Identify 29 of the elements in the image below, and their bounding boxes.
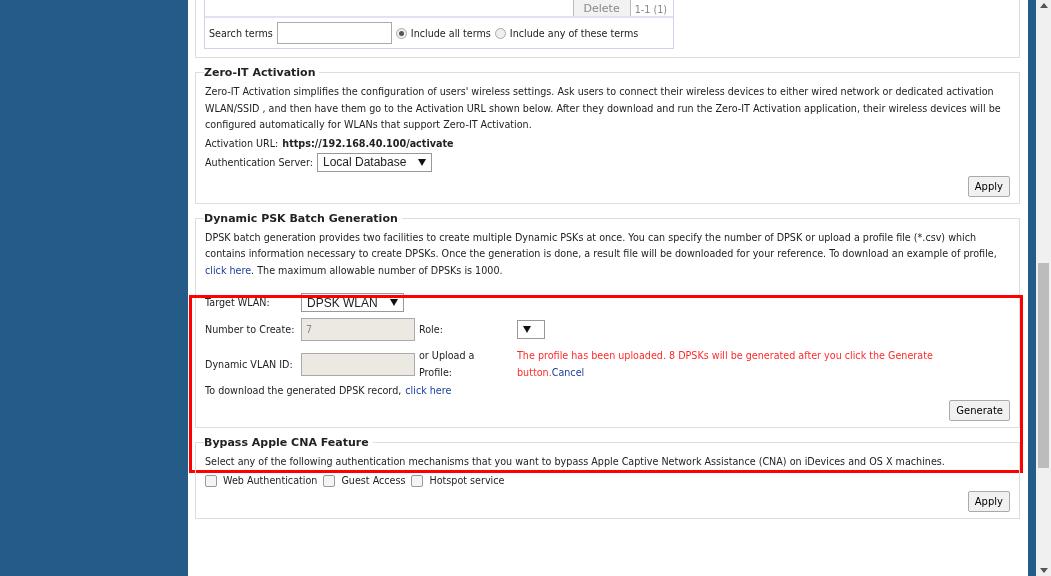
url-label: Activation URL: — [205, 137, 279, 149]
number-label: Number to Create: — [205, 324, 296, 335]
auth-server-select[interactable]: Local Database — [317, 152, 433, 172]
section-title: Dynamic PSK Batch Generation — [204, 211, 399, 225]
upload-message: The profile has been uploaded. 8 DPSKs will be generated after you click the Generate button.Cancel — [516, 349, 934, 380]
upload-label: or Upload a Profile: — [419, 349, 476, 380]
radio-label: Include any of these terms — [509, 27, 639, 39]
section-title: Bypass Apple CNA Feature — [204, 436, 370, 449]
checkbox-label: Web Authentication — [223, 475, 318, 486]
apply-button[interactable]: Apply — [967, 175, 1010, 197]
download-link[interactable]: click here — [405, 385, 452, 396]
download-text: To download the generated DPSK record, — [205, 385, 402, 396]
description-text: Zero-IT Activation simplifies the configuration of users' wireless settings. Ask users to connect their wireless devices to either wired network or dedicated activation WLAN/SSID , and then have them go to the Activation URL shown below. After they download and run the Zero-IT Activation application, their wireless devices will be configured automatically for WLANs that support Zero-IT Activation. — [205, 85, 1002, 132]
search-label: Search terms — [209, 27, 273, 39]
apply-button[interactable]: Apply — [967, 490, 1010, 512]
section-title: Zero-IT Activation — [204, 66, 317, 79]
role-label: Role: — [419, 324, 444, 335]
description-text: Select any of the following authentication mechanisms that you want to bypass Apple Captive Network Assistance (CNA) on iDevices and OS X machines. — [205, 455, 946, 469]
target-wlan-label: Target WLAN: — [205, 297, 271, 308]
generate-button[interactable]: Generate — [949, 400, 1010, 421]
cancel-link[interactable]: Cancel — [551, 367, 585, 378]
description-text: DPSK batch generation provides two facilities to create multiple Dynamic PSKs at once. You can specify the number of DPSK or upload a profile file (*.csv) which contains information necessary to create DPSKs. Once the generation is done, a result file will be downloaded for your reference. To download an example of profile, click here. The maximum allowable number of DPSKs is 1000. — [205, 230, 998, 278]
checkbox-label: Guest Access — [341, 475, 406, 486]
checkbox-label: Hotspot service — [429, 475, 505, 486]
vlan-label: Dynamic VLAN ID: — [205, 358, 294, 370]
activation-url: https://192.168.40.100/activate — [282, 137, 454, 149]
pager-text: 1-1 (1) — [634, 4, 667, 16]
radio-label: Include all terms — [410, 27, 491, 39]
auth-server-label: Authentication Server: — [205, 156, 313, 168]
